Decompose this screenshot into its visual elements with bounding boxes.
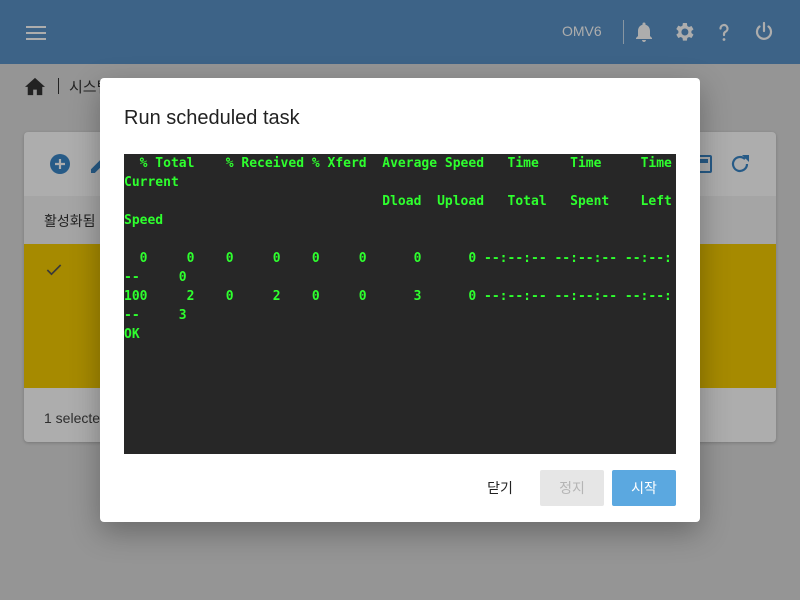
- run-task-dialog: Run scheduled task % Total % Received % …: [100, 78, 700, 522]
- stop-button[interactable]: 정지: [540, 470, 604, 506]
- start-button[interactable]: 시작: [612, 470, 676, 506]
- close-button[interactable]: 닫기: [470, 470, 530, 506]
- dialog-title: Run scheduled task: [124, 107, 300, 129]
- task-output-terminal[interactable]: % Total % Received % Xferd Average Speed…: [124, 154, 676, 454]
